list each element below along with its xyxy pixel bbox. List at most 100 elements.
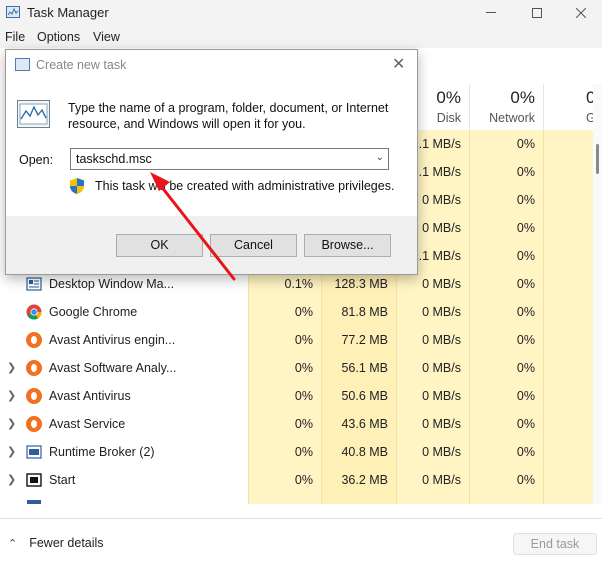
network-cell: 0% xyxy=(469,270,543,298)
disk-cell: 0 MB/s xyxy=(396,298,469,326)
gpu-cell xyxy=(543,438,593,466)
process-name: Avast Antivirus xyxy=(49,389,131,403)
ok-button[interactable]: OK xyxy=(116,234,203,257)
footer-divider xyxy=(0,518,602,519)
gpu-cell xyxy=(543,242,593,270)
memory-cell: 40.8 MB xyxy=(321,438,396,466)
menu-view[interactable]: View xyxy=(93,30,120,44)
table-row[interactable] xyxy=(0,494,602,504)
chevron-up-icon: ⌃ xyxy=(8,538,18,550)
close-button[interactable] xyxy=(558,0,602,26)
disk-cell: 0 MB/s xyxy=(396,326,469,354)
gpu-cell xyxy=(543,270,593,298)
maximize-button[interactable] xyxy=(514,0,560,26)
run-dialog-icon xyxy=(15,58,30,71)
runtime-broker-icon xyxy=(26,444,42,460)
open-input-value[interactable]: taskschd.msc xyxy=(76,152,152,166)
cpu-cell: 0% xyxy=(248,410,321,438)
table-row[interactable]: ❯ Avast Antivirus 0% 50.6 MB 0 MB/s 0% xyxy=(0,382,602,410)
menu-options[interactable]: Options xyxy=(37,30,80,44)
memory-cell: 43.6 MB xyxy=(321,410,396,438)
dialog-body: Type the name of a program, folder, docu… xyxy=(6,80,417,216)
maximize-icon xyxy=(532,8,542,18)
cancel-button[interactable]: Cancel xyxy=(210,234,297,257)
window-title: Task Manager xyxy=(27,5,109,20)
cpu-cell: 0% xyxy=(248,466,321,494)
process-name: Start xyxy=(49,473,76,487)
network-cell xyxy=(469,494,543,504)
memory-cell: 36.2 MB xyxy=(321,466,396,494)
memory-cell: 77.2 MB xyxy=(321,326,396,354)
disk-cell: 0 MB/s xyxy=(396,438,469,466)
table-row[interactable]: ❯ Avast Service 0% 43.6 MB 0 MB/s 0% xyxy=(0,410,602,438)
admin-privileges-note: This task will be created with administr… xyxy=(95,179,395,193)
expand-chevron-icon[interactable]: ❯ xyxy=(7,438,16,466)
open-label: Open: xyxy=(19,153,54,167)
menu-file[interactable]: File xyxy=(5,30,25,44)
network-cell: 0% xyxy=(469,382,543,410)
network-cell: 0% xyxy=(469,242,543,270)
avast-icon xyxy=(26,360,42,376)
gpu-cell xyxy=(543,326,593,354)
process-name: Avast Software Analy... xyxy=(49,361,177,375)
end-task-button[interactable]: End task xyxy=(513,533,597,555)
fewer-details-toggle[interactable]: ⌃ Fewer details xyxy=(8,536,104,550)
process-name: Avast Service xyxy=(49,417,126,431)
disk-column-label: Disk xyxy=(436,111,461,125)
cpu-cell: 0% xyxy=(248,298,321,326)
avast-icon xyxy=(26,332,42,348)
minimize-icon xyxy=(486,12,496,13)
cpu-cell xyxy=(248,494,321,504)
cpu-cell: 0% xyxy=(248,382,321,410)
disk-usage-percent: 0% xyxy=(436,88,461,107)
menu-bar: File Options View xyxy=(0,26,602,48)
minimize-button[interactable] xyxy=(468,0,514,26)
network-cell: 0% xyxy=(469,410,543,438)
cpu-cell: 0% xyxy=(248,438,321,466)
disk-cell: 0 MB/s xyxy=(396,410,469,438)
title-bar: Task Manager xyxy=(0,0,602,26)
expand-chevron-icon[interactable]: ❯ xyxy=(7,410,16,438)
dialog-description: Type the name of a program, folder, docu… xyxy=(68,101,389,131)
gpu-cell xyxy=(543,466,593,494)
table-row[interactable]: ❯ Avast Software Analy... 0% 56.1 MB 0 M… xyxy=(0,354,602,382)
dialog-button-bar: OK Cancel Browse... xyxy=(6,216,417,274)
vertical-scrollbar[interactable] xyxy=(593,84,602,504)
table-row[interactable]: Avast Antivirus engin... 0% 77.2 MB 0 MB… xyxy=(0,326,602,354)
gpu-cell xyxy=(543,494,593,504)
network-cell: 0% xyxy=(469,354,543,382)
disk-cell: 0 MB/s xyxy=(396,354,469,382)
dialog-title: Create new task xyxy=(36,58,127,72)
disk-cell xyxy=(396,494,469,504)
gpu-cell xyxy=(543,354,593,382)
desktop-window-icon xyxy=(26,276,42,292)
create-new-task-dialog: Create new task ✕ Type the name of a pro… xyxy=(5,49,418,275)
network-cell: 0% xyxy=(469,326,543,354)
expand-chevron-icon[interactable]: ❯ xyxy=(7,354,16,382)
table-row[interactable]: ❯ Runtime Broker (2) 0% 40.8 MB 0 MB/s 0… xyxy=(0,438,602,466)
network-cell: 0% xyxy=(469,186,543,214)
gpu-cell xyxy=(543,410,593,438)
cpu-cell: 0% xyxy=(248,354,321,382)
table-row[interactable]: ❯ Start 0% 36.2 MB 0 MB/s 0% xyxy=(0,466,602,494)
open-combobox[interactable]: taskschd.msc ⌄ xyxy=(70,148,389,170)
expand-chevron-icon[interactable]: ❯ xyxy=(7,382,16,410)
scrollbar-thumb[interactable] xyxy=(596,144,599,174)
network-usage-percent: 0% xyxy=(510,88,535,107)
dialog-close-icon[interactable]: ✕ xyxy=(392,54,405,74)
network-column-label: Network xyxy=(489,111,535,125)
table-row[interactable]: Google Chrome 0% 81.8 MB 0 MB/s 0% xyxy=(0,298,602,326)
gpu-cell xyxy=(543,130,593,158)
process-icon xyxy=(26,498,42,504)
close-icon xyxy=(576,8,586,18)
gpu-cell xyxy=(543,186,593,214)
browse-button[interactable]: Browse... xyxy=(304,234,391,257)
run-program-icon xyxy=(17,100,50,128)
network-cell: 0% xyxy=(469,298,543,326)
start-icon xyxy=(26,472,42,488)
disk-cell: 0 MB/s xyxy=(396,382,469,410)
expand-chevron-icon[interactable]: ❯ xyxy=(7,466,16,494)
column-header-network[interactable]: 0% Network xyxy=(469,84,543,130)
process-name: Avast Antivirus engin... xyxy=(49,333,176,347)
chevron-down-icon[interactable]: ⌄ xyxy=(376,152,384,163)
